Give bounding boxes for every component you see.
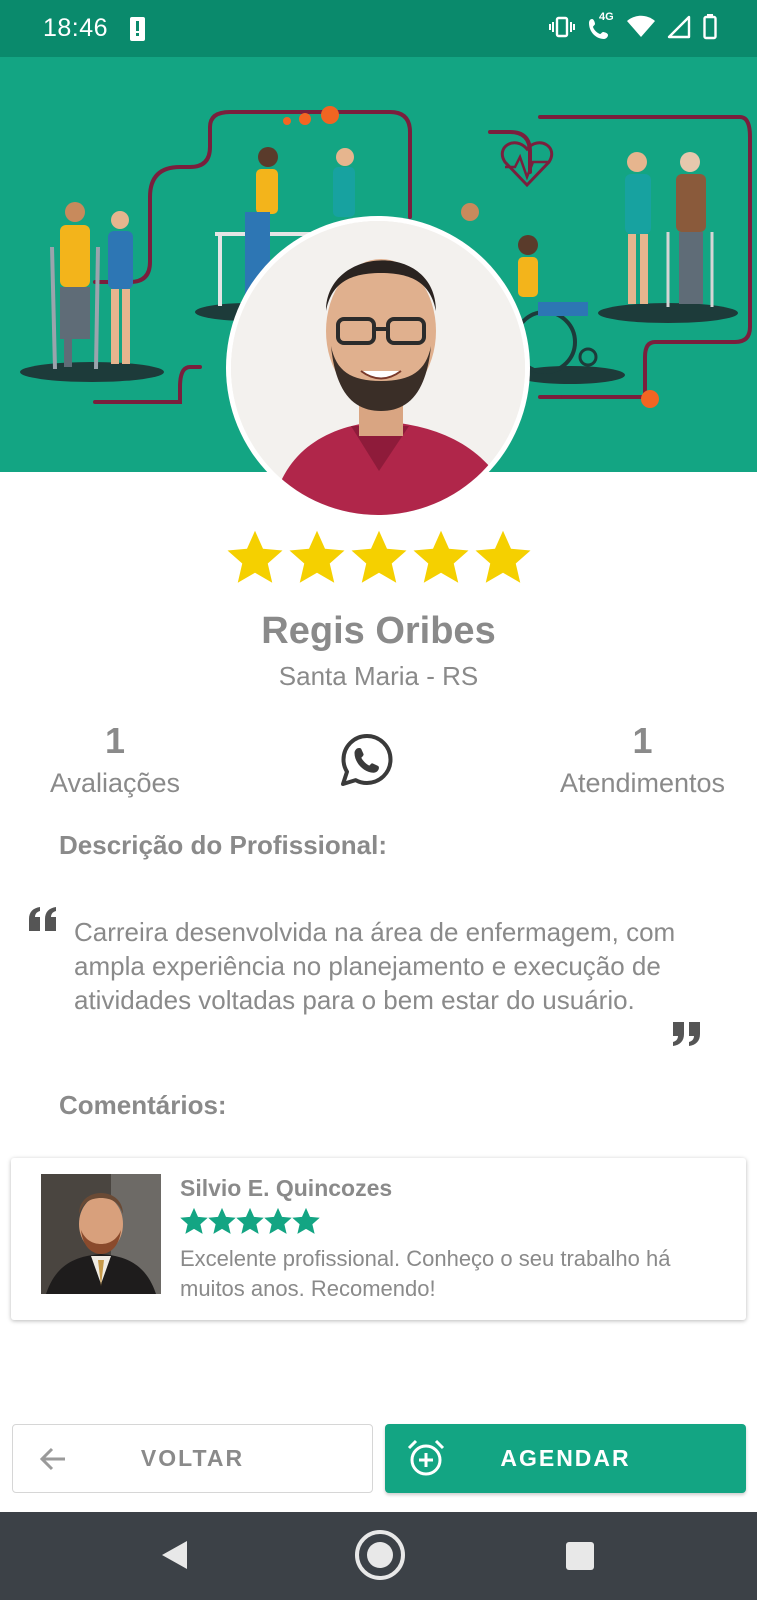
profile-avatar-frame bbox=[226, 216, 530, 520]
appointments-label: Atendimentos bbox=[559, 768, 726, 798]
back-button[interactable]: VOLTAR bbox=[12, 1424, 373, 1493]
nav-recents-icon[interactable] bbox=[566, 1542, 594, 1570]
schedule-button[interactable]: AGENDAR bbox=[385, 1424, 746, 1493]
commenter-avatar bbox=[41, 1174, 161, 1294]
system-navigation-bar bbox=[0, 1512, 757, 1600]
signal-icon bbox=[667, 15, 691, 39]
illustration-patient-crutches bbox=[50, 202, 100, 370]
vibrate-icon bbox=[549, 16, 575, 38]
call-4g-icon: 4G bbox=[587, 11, 615, 40]
comment-author: Silvio E. Quincozes bbox=[180, 1175, 393, 1201]
comment-rating-stars bbox=[179, 1206, 320, 1241]
nav-back-icon[interactable] bbox=[160, 1540, 188, 1570]
schedule-button-label: AGENDAR bbox=[500, 1445, 631, 1471]
star-icon bbox=[351, 530, 406, 583]
reviews-count-stat: 1 Avaliações bbox=[30, 720, 200, 799]
description-section-title: Descrição do Profissional: bbox=[59, 830, 387, 860]
star-icon bbox=[413, 530, 468, 583]
alarm-add-icon bbox=[407, 1439, 445, 1476]
wifi-icon bbox=[627, 15, 655, 37]
star-icon bbox=[475, 530, 530, 583]
battery-alert-icon bbox=[130, 17, 145, 41]
description-text: Carreira desenvolvida na área de enferma… bbox=[74, 917, 676, 1015]
star-icon bbox=[236, 1207, 264, 1234]
network-type-label: 4G bbox=[599, 11, 614, 23]
star-icon bbox=[289, 530, 344, 583]
illustration-nurse-elderly bbox=[625, 152, 714, 307]
quote-close-icon bbox=[673, 1022, 700, 1046]
reviews-label: Avaliações bbox=[49, 768, 181, 798]
professional-location: Santa Maria - RS bbox=[278, 661, 479, 691]
battery-icon bbox=[703, 14, 717, 40]
star-icon bbox=[292, 1207, 320, 1234]
star-icon bbox=[180, 1207, 208, 1234]
star-icon bbox=[227, 530, 282, 583]
professional-name: Regis Oribes bbox=[261, 610, 496, 652]
appointments-count: 1 bbox=[632, 720, 653, 761]
comment-card: Silvio E. Quincozes Excelente profission… bbox=[11, 1158, 746, 1320]
back-button-label: VOLTAR bbox=[140, 1445, 245, 1471]
arrow-left-icon bbox=[39, 1447, 65, 1471]
status-time: 18:46 bbox=[43, 14, 109, 42]
quote-open-icon bbox=[29, 907, 56, 931]
illustration-nurse bbox=[108, 211, 133, 364]
comment-text: Excelente profissional. Conheço o seu tr… bbox=[180, 1246, 671, 1301]
star-icon bbox=[208, 1207, 236, 1234]
status-bar: 18:46 4G bbox=[0, 0, 757, 57]
profile-rating-stars bbox=[0, 527, 757, 592]
star-icon bbox=[264, 1207, 292, 1234]
nav-home-icon[interactable] bbox=[354, 1529, 406, 1581]
reviews-count: 1 bbox=[104, 720, 126, 761]
appointments-count-stat: 1 Atendimentos bbox=[545, 720, 740, 799]
comments-section-title: Comentários: bbox=[59, 1090, 227, 1120]
whatsapp-icon[interactable] bbox=[339, 732, 395, 788]
status-icons: 4G bbox=[549, 11, 717, 40]
profile-avatar bbox=[231, 221, 525, 515]
